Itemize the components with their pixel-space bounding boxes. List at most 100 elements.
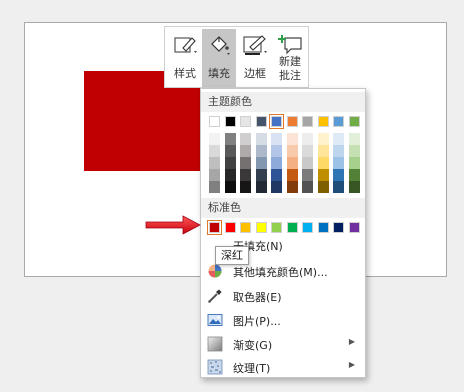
theme-shade-swatch[interactable] xyxy=(240,181,251,193)
theme-shade-swatch[interactable] xyxy=(286,145,298,157)
theme-shade-swatch[interactable] xyxy=(317,169,329,181)
standard-colors-header: 标准色 xyxy=(201,198,365,218)
theme-shade-swatch[interactable] xyxy=(302,157,313,169)
standard-color-swatch[interactable] xyxy=(286,222,298,233)
style-button-label: 样式 xyxy=(174,67,196,80)
theme-shade-swatch[interactable] xyxy=(302,181,313,193)
new-comment-icon xyxy=(278,35,302,55)
theme-shade-swatch[interactable] xyxy=(348,145,360,157)
theme-color-swatch[interactable] xyxy=(333,116,344,127)
theme-shade-swatch[interactable] xyxy=(348,169,360,181)
theme-color-swatch[interactable] xyxy=(209,116,220,127)
standard-color-swatch[interactable] xyxy=(302,222,313,233)
red-pointer-arrow-icon xyxy=(145,215,201,235)
new-comment-label-line1: 新建 xyxy=(279,55,301,68)
theme-color-swatch[interactable] xyxy=(255,116,267,127)
theme-shade-swatch[interactable] xyxy=(255,157,267,169)
theme-shade-swatch[interactable] xyxy=(240,169,251,181)
picture-label: 图片(P)... xyxy=(233,315,281,328)
theme-shade-swatch[interactable] xyxy=(317,157,329,169)
theme-shade-swatch[interactable] xyxy=(302,145,313,157)
new-comment-button[interactable]: 新建 批注 xyxy=(273,29,307,87)
standard-color-swatch[interactable] xyxy=(317,222,329,233)
paint-bucket-icon xyxy=(211,36,230,55)
theme-shade-swatch[interactable] xyxy=(271,145,282,157)
theme-shade-swatch[interactable] xyxy=(209,133,220,145)
theme-shade-swatch[interactable] xyxy=(209,181,220,193)
theme-color-swatch[interactable] xyxy=(348,116,360,127)
theme-shade-swatch[interactable] xyxy=(224,157,236,169)
theme-shade-swatch[interactable] xyxy=(333,145,344,157)
theme-color-swatch[interactable] xyxy=(302,116,313,127)
theme-shade-swatch[interactable] xyxy=(333,133,344,145)
standard-color-swatch[interactable] xyxy=(255,222,267,233)
theme-shade-swatch[interactable] xyxy=(286,133,298,145)
theme-shade-swatch[interactable] xyxy=(348,181,360,193)
theme-color-swatch[interactable] xyxy=(286,116,298,127)
standard-color-swatch[interactable] xyxy=(224,222,236,233)
theme-shade-swatch[interactable] xyxy=(333,169,344,181)
standard-color-swatch[interactable] xyxy=(333,222,344,233)
theme-colors-header: 主题颜色 xyxy=(201,92,365,112)
theme-shade-swatch[interactable] xyxy=(302,169,313,181)
style-button[interactable]: 样式 xyxy=(168,29,202,87)
fill-color-dropdown: 主题颜色 标准色 无填充(N) 其他填充颜色(M)... 取色器(E) 图片(P… xyxy=(200,88,366,378)
submenu-arrow-icon: ▶ xyxy=(348,337,355,346)
texture-menu-item[interactable]: 纹理(T) ▶ xyxy=(201,356,365,378)
theme-shade-swatch[interactable] xyxy=(271,133,282,145)
eyedropper-icon xyxy=(208,289,222,303)
style-pen-icon xyxy=(174,37,197,53)
theme-shade-swatch[interactable] xyxy=(240,145,251,157)
theme-shade-swatch[interactable] xyxy=(255,181,267,193)
theme-shade-swatch[interactable] xyxy=(286,169,298,181)
texture-label: 纹理(T) xyxy=(233,362,271,375)
theme-shade-swatch[interactable] xyxy=(317,133,329,145)
theme-color-swatch[interactable] xyxy=(269,114,284,129)
theme-shade-swatch[interactable] xyxy=(224,169,236,181)
standard-color-swatch[interactable] xyxy=(207,220,222,235)
theme-shade-swatch[interactable] xyxy=(286,157,298,169)
new-comment-label-line2: 批注 xyxy=(279,69,301,82)
standard-color-swatch[interactable] xyxy=(271,222,282,233)
theme-shade-swatch[interactable] xyxy=(209,145,220,157)
fill-button[interactable]: 填充 xyxy=(202,29,236,87)
theme-color-swatch[interactable] xyxy=(317,116,329,127)
more-fill-colors-label: 其他填充颜色(M)... xyxy=(233,266,328,279)
fill-button-label: 填充 xyxy=(208,67,230,80)
theme-shade-swatch[interactable] xyxy=(209,169,220,181)
theme-shade-swatch[interactable] xyxy=(209,157,220,169)
border-pen-icon xyxy=(243,35,267,55)
theme-shade-swatch[interactable] xyxy=(224,145,236,157)
theme-shade-swatch[interactable] xyxy=(224,133,236,145)
theme-shade-swatch[interactable] xyxy=(255,169,267,181)
theme-color-swatch[interactable] xyxy=(224,116,236,127)
eyedropper-label: 取色器(E) xyxy=(233,291,282,304)
standard-color-swatch[interactable] xyxy=(348,222,360,233)
theme-shade-swatch[interactable] xyxy=(286,181,298,193)
mini-toolbar: 样式 填充 边框 新建 批注 xyxy=(164,26,309,88)
theme-shade-swatch[interactable] xyxy=(240,157,251,169)
color-wheel-icon xyxy=(208,264,222,278)
theme-shade-swatch[interactable] xyxy=(302,133,313,145)
theme-shade-swatch[interactable] xyxy=(271,169,282,181)
picture-menu-item[interactable]: 图片(P)... xyxy=(201,309,365,331)
theme-shade-swatch[interactable] xyxy=(240,133,251,145)
eyedropper-menu-item[interactable]: 取色器(E) xyxy=(201,285,365,307)
theme-shade-swatch[interactable] xyxy=(317,181,329,193)
theme-shade-swatch[interactable] xyxy=(271,181,282,193)
theme-shade-swatch[interactable] xyxy=(224,181,236,193)
theme-shade-swatch[interactable] xyxy=(333,181,344,193)
standard-color-swatch[interactable] xyxy=(240,222,251,233)
theme-shade-swatch[interactable] xyxy=(255,145,267,157)
border-button-label: 边框 xyxy=(244,67,266,80)
theme-shade-swatch[interactable] xyxy=(333,157,344,169)
theme-shade-swatch[interactable] xyxy=(317,145,329,157)
picture-icon xyxy=(207,314,223,326)
theme-shade-swatch[interactable] xyxy=(348,133,360,145)
border-button[interactable]: 边框 xyxy=(238,29,272,87)
theme-shade-swatch[interactable] xyxy=(348,157,360,169)
gradient-menu-item[interactable]: 渐变(G) ▶ xyxy=(201,333,365,355)
theme-color-swatch[interactable] xyxy=(240,116,251,127)
theme-shade-swatch[interactable] xyxy=(271,157,282,169)
theme-shade-swatch[interactable] xyxy=(255,133,267,145)
